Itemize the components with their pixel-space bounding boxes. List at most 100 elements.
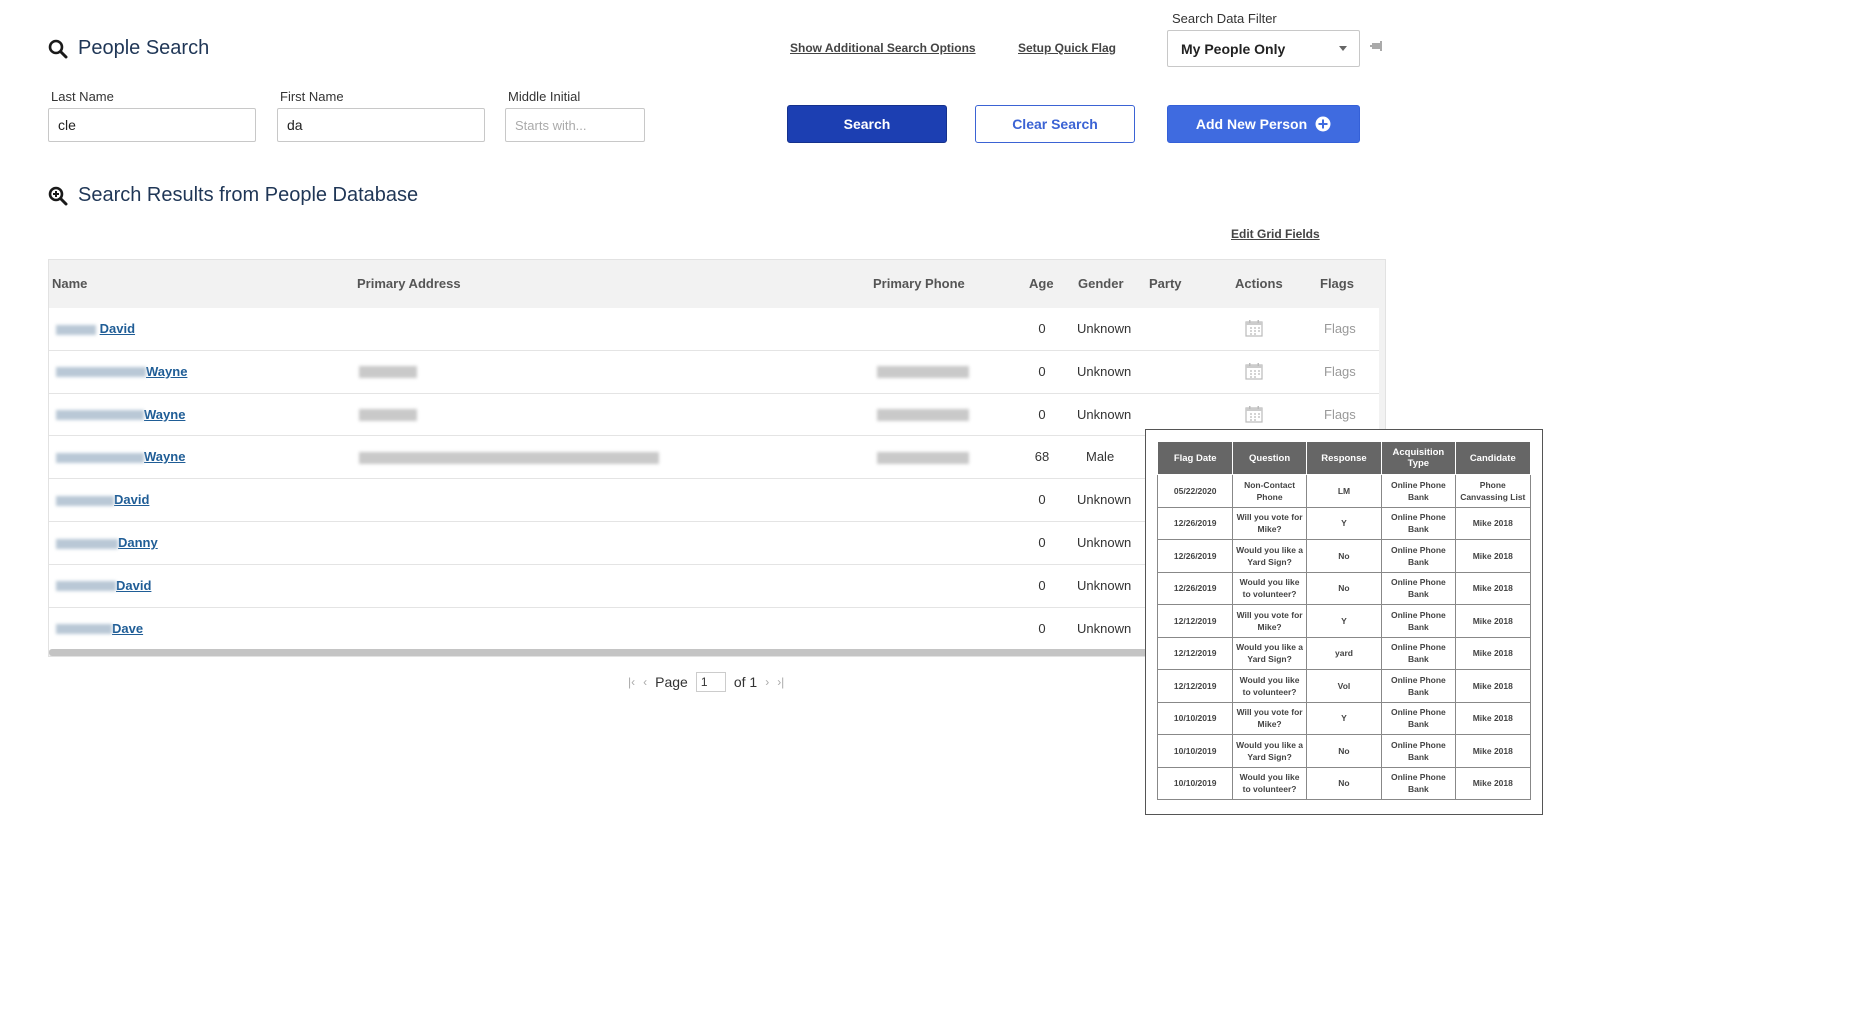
setup-quick-flag-link[interactable]: Setup Quick Flag: [1018, 41, 1116, 55]
person-name-link[interactable]: Dave: [112, 621, 143, 636]
edit-grid-fields-link[interactable]: Edit Grid Fields: [1231, 227, 1320, 241]
flags-row: 10/10/2019 Will you vote for Mike? Y Online…: [1156, 701, 1532, 735]
zoom-in-icon: [48, 186, 68, 205]
redacted-text: [56, 624, 112, 635]
address-cell: [359, 364, 417, 379]
middle-initial-input[interactable]: Starts with...: [505, 108, 645, 142]
question-cell: Would you like to volunteer?: [1232, 766, 1307, 800]
response-cell: LM: [1305, 474, 1383, 508]
column-header-flags[interactable]: Flags: [1320, 276, 1354, 291]
column-header-actions[interactable]: Actions: [1235, 276, 1283, 291]
last-name-input[interactable]: cle: [48, 108, 256, 142]
clear-search-button[interactable]: Clear Search: [975, 105, 1135, 143]
gender-cell: Unknown: [1077, 406, 1132, 422]
flags-row: 10/10/2019 Would you like to volunteer? No…: [1156, 766, 1532, 800]
flag-date-cell: 12/26/2019: [1156, 539, 1234, 573]
calendar-icon[interactable]: [1245, 362, 1263, 383]
redacted-text: [56, 367, 146, 378]
search-button[interactable]: Search: [787, 105, 947, 143]
column-header-phone[interactable]: Primary Phone: [873, 276, 965, 291]
search-data-filter-value: My People Only: [1181, 40, 1286, 57]
name-cell[interactable]: David: [56, 321, 135, 336]
phone-cell: [877, 449, 969, 464]
question-cell: Would you like to volunteer?: [1232, 571, 1307, 605]
person-name-link[interactable]: David: [114, 492, 149, 507]
flags-link[interactable]: Flags: [1324, 407, 1356, 422]
redacted-text: [56, 581, 116, 592]
candidate-cell: Mike 2018: [1454, 636, 1532, 670]
redacted-text: [877, 409, 969, 422]
show-additional-options-link[interactable]: Show Additional Search Options: [790, 41, 976, 55]
acquisition-type-cell: Online Phone Bank: [1381, 766, 1456, 800]
response-cell: No: [1305, 571, 1383, 605]
flags-row: 12/26/2019 Would you like a Yard Sign? No O…: [1156, 539, 1532, 573]
name-cell[interactable]: Dave: [56, 621, 143, 636]
age-cell: 0: [1038, 363, 1046, 379]
last-page-icon[interactable]: ›|: [777, 675, 784, 689]
flags-link[interactable]: Flags: [1324, 364, 1356, 379]
flag-date-cell: 10/10/2019: [1156, 701, 1234, 735]
acquisition-type-cell: Online Phone Bank: [1381, 571, 1456, 605]
first-name-input[interactable]: da: [277, 108, 485, 142]
calendar-icon[interactable]: [1245, 405, 1263, 426]
person-name-link[interactable]: Danny: [118, 535, 158, 550]
question-cell: Would you like a Yard Sign?: [1232, 734, 1307, 768]
column-header-party[interactable]: Party: [1149, 276, 1182, 291]
name-cell[interactable]: David: [56, 578, 151, 593]
column-header-address[interactable]: Primary Address: [357, 276, 461, 291]
age-cell: 0: [1038, 620, 1046, 636]
search-button-label: Search: [843, 116, 891, 132]
response-cell: Vol: [1305, 669, 1383, 703]
name-cell[interactable]: Wayne: [56, 364, 187, 379]
response-cell: No: [1305, 734, 1383, 768]
redacted-text: [56, 324, 96, 335]
calendar-icon[interactable]: [1245, 319, 1263, 340]
name-cell[interactable]: Danny: [56, 535, 158, 550]
name-cell[interactable]: Wayne: [56, 449, 185, 464]
redacted-text: [359, 366, 417, 379]
flag-date-cell: 10/10/2019: [1156, 766, 1234, 800]
search-data-filter-select[interactable]: My People Only: [1167, 30, 1360, 67]
column-header-gender[interactable]: Gender: [1078, 276, 1124, 291]
flag-date-cell: 10/10/2019: [1156, 734, 1234, 768]
flags-row: 12/12/2019 Would you like a Yard Sign? yar…: [1156, 636, 1532, 670]
person-name-link[interactable]: Wayne: [144, 449, 185, 464]
chevron-down-icon: [1339, 46, 1347, 51]
flags-link[interactable]: Flags: [1324, 321, 1356, 336]
flags-row: 10/10/2019 Would you like a Yard Sign? No O…: [1156, 734, 1532, 768]
prev-page-icon[interactable]: ‹: [643, 675, 647, 689]
flags-row: 05/22/2020 Non-Contact Phone LM Online Phon…: [1156, 474, 1532, 508]
question-cell: Will you vote for Mike?: [1232, 604, 1307, 638]
page-title: People Search: [78, 37, 210, 59]
clear-search-button-label: Clear Search: [1012, 116, 1098, 132]
response-cell: Y: [1305, 506, 1383, 540]
person-name-link[interactable]: David: [116, 578, 151, 593]
name-cell[interactable]: Wayne: [56, 407, 185, 422]
name-cell[interactable]: David: [56, 492, 149, 507]
first-page-icon[interactable]: |‹: [628, 675, 635, 689]
candidate-cell: Mike 2018: [1454, 604, 1532, 638]
column-header-age[interactable]: Age: [1029, 276, 1054, 291]
column-header-name[interactable]: Name: [52, 276, 87, 291]
candidate-cell: Mike 2018: [1454, 669, 1532, 703]
page-of-label: of 1: [733, 674, 758, 690]
person-name-link[interactable]: David: [100, 321, 135, 336]
gender-cell: Unknown: [1077, 363, 1132, 379]
acquisition-type-cell: Online Phone Bank: [1381, 474, 1456, 508]
search-data-filter-label: Search Data Filter: [1172, 11, 1277, 26]
plus-circle-icon: [1315, 116, 1331, 132]
first-name-label: First Name: [280, 89, 344, 104]
table-row: David 0 Unknown Flags: [49, 308, 1379, 351]
flags-table: Flag Date Question Response Acquisition …: [1156, 441, 1532, 800]
add-new-person-button[interactable]: Add New Person: [1167, 105, 1360, 143]
pin-icon[interactable]: [1370, 40, 1386, 54]
redacted-text: [877, 366, 969, 379]
person-name-link[interactable]: Wayne: [144, 407, 185, 422]
gender-cell: Unknown: [1077, 577, 1132, 593]
candidate-cell: Mike 2018: [1454, 571, 1532, 605]
person-name-link[interactable]: Wayne: [146, 364, 187, 379]
page-number-input[interactable]: 1: [695, 672, 726, 692]
acquisition-type-cell: Online Phone Bank: [1381, 636, 1456, 670]
results-title-group: Search Results from People Database: [48, 184, 418, 207]
next-page-icon[interactable]: ›: [765, 675, 769, 689]
